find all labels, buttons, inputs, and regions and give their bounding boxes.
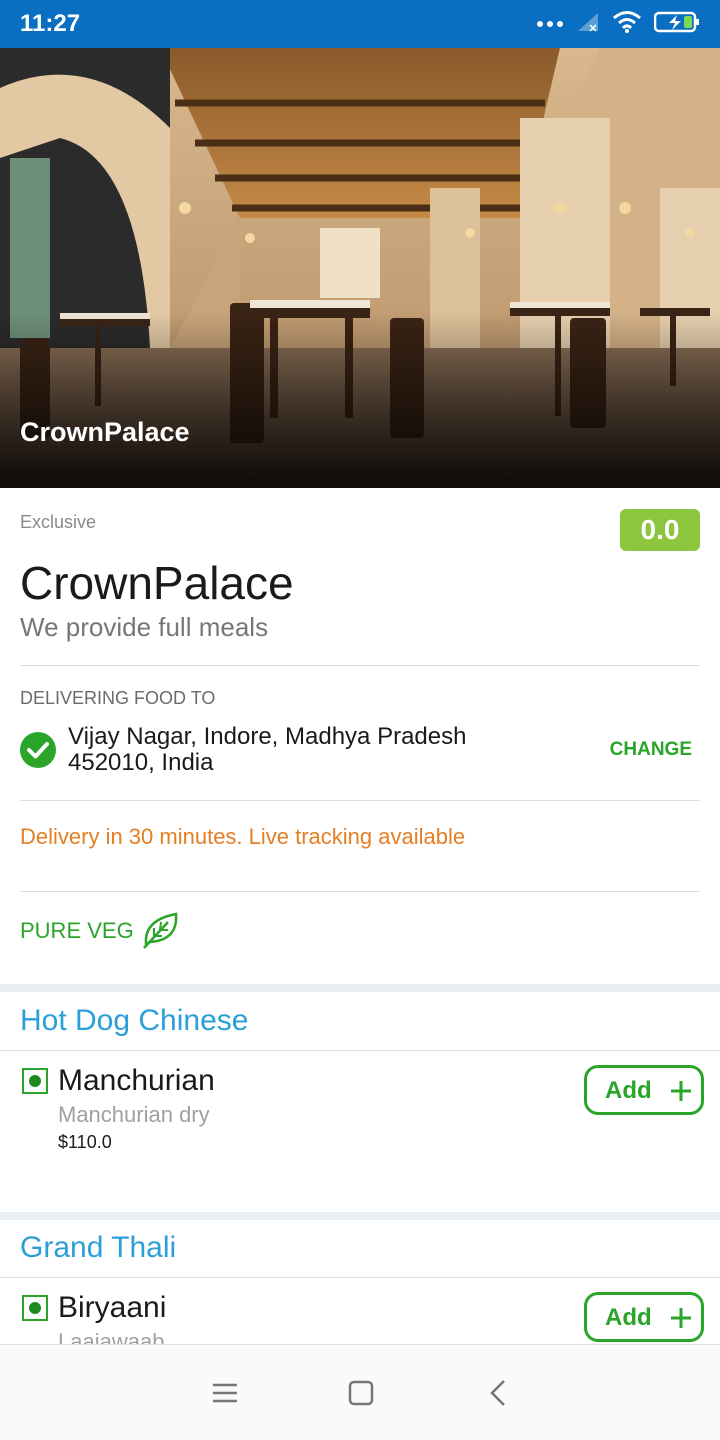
- divider: [0, 1277, 720, 1278]
- address-line-2: 452010, India: [68, 749, 214, 776]
- change-address-button[interactable]: CHANGE: [610, 739, 692, 761]
- restaurant-name: CrownPalace: [20, 557, 294, 609]
- status-time: 11:27: [20, 10, 81, 37]
- add-label: Add: [605, 1077, 652, 1104]
- hero-restaurant-name: CrownPalace: [20, 417, 190, 447]
- restaurant-hero-image: CrownPalace: [0, 48, 720, 488]
- battery-icon: [653, 10, 700, 39]
- item-price: $110.0: [58, 1132, 112, 1152]
- more-dots-icon: [536, 15, 564, 33]
- category-title: Hot Dog Chinese: [20, 1004, 249, 1037]
- veg-marker-icon: [22, 1068, 48, 1094]
- back-icon[interactable]: [483, 1377, 515, 1409]
- item-name: Biryaani: [58, 1291, 167, 1324]
- status-bar: 11:27: [0, 0, 720, 48]
- check-icon: [20, 732, 56, 768]
- delivery-time-info: Delivery in 30 minutes. Live tracking av…: [20, 824, 466, 849]
- veg-marker-icon: [22, 1295, 48, 1321]
- plus-icon: [669, 1306, 693, 1330]
- home-icon[interactable]: [345, 1377, 377, 1409]
- divider: [20, 800, 700, 801]
- plus-icon: [669, 1079, 693, 1103]
- pure-veg-label: PURE VEG: [20, 918, 134, 943]
- exclusive-badge: Exclusive: [20, 512, 97, 532]
- delivery-address: Vijay Nagar, Indore, Madhya Pradesh 4520…: [68, 724, 568, 776]
- signal-icon: [576, 11, 600, 38]
- status-icons: [536, 10, 700, 38]
- add-item-button[interactable]: Add: [584, 1065, 704, 1115]
- rating-badge: 0.0: [620, 509, 700, 551]
- section-separator: [0, 984, 720, 992]
- divider: [20, 891, 700, 892]
- item-description: Manchurian dry: [58, 1102, 210, 1127]
- restaurant-description: We provide full meals: [20, 612, 269, 642]
- item-name: Manchurian: [58, 1064, 215, 1097]
- add-item-button[interactable]: Add: [584, 1292, 704, 1342]
- category-title: Grand Thali: [20, 1231, 177, 1264]
- add-label: Add: [605, 1304, 652, 1331]
- section-separator: [0, 1212, 720, 1220]
- menu-icon[interactable]: [209, 1377, 241, 1409]
- address-line-1: Vijay Nagar, Indore, Madhya Pradesh: [68, 723, 467, 750]
- system-navigation-bar: [0, 1344, 720, 1440]
- leaf-icon: [140, 910, 180, 950]
- divider: [20, 665, 700, 666]
- divider: [0, 1050, 720, 1051]
- wifi-icon: [612, 10, 642, 39]
- delivering-label: DELIVERING FOOD TO: [20, 688, 216, 708]
